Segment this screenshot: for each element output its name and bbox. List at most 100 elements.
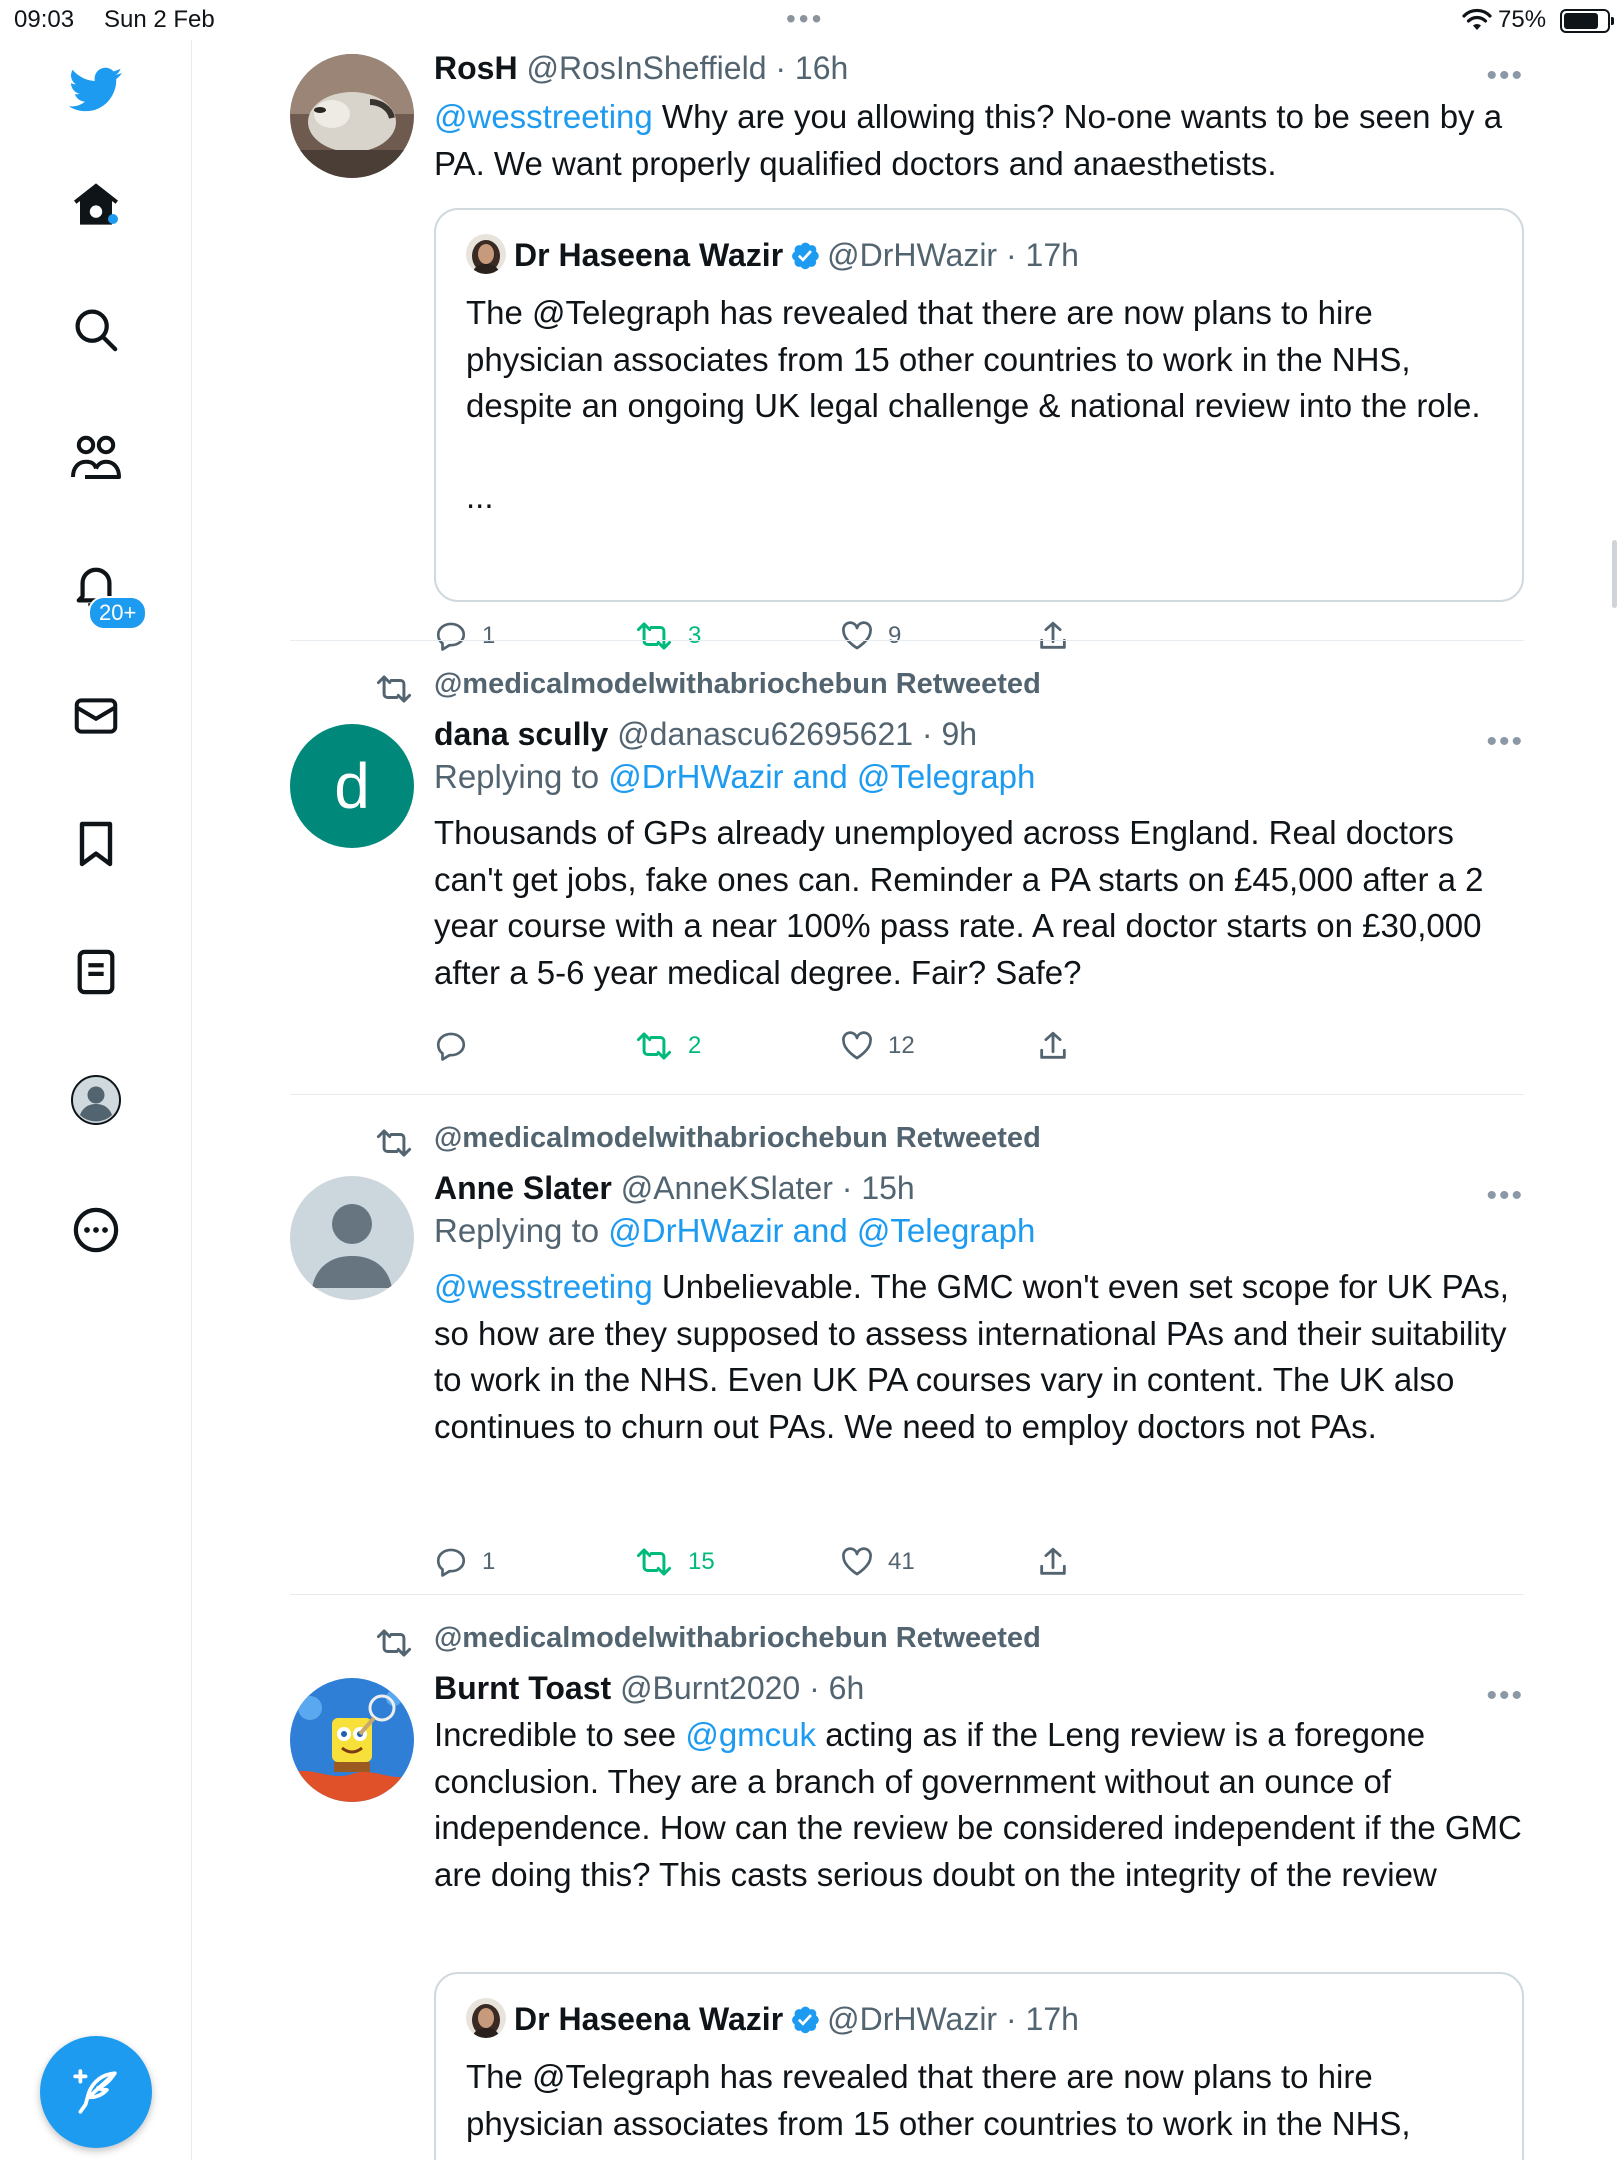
reply-count: 1 — [482, 622, 496, 649]
verified-badge-icon — [792, 242, 819, 270]
author-name[interactable]: Burnt Toast — [434, 1670, 611, 1706]
reply-icon — [436, 1032, 466, 1061]
tweet-actions: 1 3 9 — [434, 616, 1154, 656]
replying-to: Replying to @DrHWazir and @Telegraph — [434, 1208, 1524, 1254]
scrollbar[interactable] — [1612, 540, 1617, 608]
author-handle-time[interactable]: @AnneKSlater · 15h — [621, 1170, 915, 1206]
notifications-badge: 20+ — [88, 596, 148, 630]
quote-text: The @Telegraph has revealed that there a… — [466, 294, 1481, 424]
like-button[interactable]: 41 — [840, 1542, 915, 1582]
author-name[interactable]: Anne Slater — [434, 1170, 612, 1206]
multitask-indicator[interactable]: ••• — [786, 5, 824, 33]
more-options-icon[interactable] — [66, 1200, 126, 1260]
more-icon[interactable]: ••• — [1486, 61, 1524, 91]
home-icon[interactable] — [66, 174, 126, 234]
avatar[interactable]: d — [290, 724, 414, 848]
share-icon — [1040, 1547, 1066, 1575]
quoted-tweet[interactable]: Dr Haseena Wazir @DrHWazir · 17h The @Tel… — [434, 208, 1524, 602]
avatar[interactable] — [290, 1176, 414, 1300]
battery-percentage: 75% — [1498, 6, 1547, 33]
like-button[interactable]: 12 — [840, 1026, 915, 1066]
reply-button[interactable] — [434, 1026, 482, 1066]
quote-ellipsis: ... — [466, 478, 494, 515]
quote-author-handle-time[interactable]: @DrHWazir · 17h — [827, 237, 1079, 273]
lists-icon[interactable] — [66, 942, 126, 1002]
tweet-text: Thousands of GPs already unemployed acro… — [434, 814, 1484, 991]
status-date: Sun 2 Feb — [104, 6, 215, 33]
share-icon — [1040, 621, 1066, 649]
like-count: 41 — [888, 1548, 915, 1575]
share-button[interactable] — [1036, 616, 1070, 656]
author-handle-time[interactable]: @danascu62695621 · 9h — [617, 716, 977, 752]
like-button[interactable]: 9 — [840, 616, 901, 656]
tweet[interactable]: @medicalmodelwithabriochebun Retweeted B… — [290, 1622, 1524, 2160]
retweeted-by-label: @medicalmodelwithabriochebun Retweeted — [434, 1122, 1041, 1154]
quote-author-name[interactable]: Dr Haseena Wazir — [514, 237, 783, 273]
quote-author-handle-time[interactable]: @DrHWazir · 17h — [827, 2001, 1079, 2037]
heart-icon — [842, 621, 872, 650]
reply-button[interactable]: 1 — [434, 1542, 495, 1582]
retweet-icon — [376, 675, 412, 703]
quote-avatar[interactable] — [466, 1998, 506, 2038]
replying-to-link[interactable]: @DrHWazir and @Telegraph — [608, 1212, 1035, 1249]
mention-link[interactable]: @gmcuk — [685, 1716, 816, 1753]
more-icon[interactable]: ••• — [1486, 727, 1524, 757]
retweeted-by-label: @medicalmodelwithabriochebun Retweeted — [434, 668, 1041, 700]
search-icon[interactable] — [66, 300, 126, 360]
replying-to-link[interactable]: @DrHWazir and @Telegraph — [608, 758, 1035, 795]
quote-author-name[interactable]: Dr Haseena Wazir — [514, 2001, 783, 2037]
tweet-header: dana scully @danascu62695621 · 9h — [434, 714, 1524, 754]
retweet-icon — [636, 622, 672, 650]
tweet-text: @wesstreeting Unbelievable. The GMC won'… — [434, 1264, 1524, 1450]
share-button[interactable] — [1036, 1026, 1070, 1066]
like-count: 9 — [888, 622, 902, 649]
reply-button[interactable]: 1 — [434, 616, 495, 656]
more-icon[interactable]: ••• — [1486, 1681, 1524, 1711]
compose-tweet-button[interactable] — [40, 2036, 152, 2148]
author-name[interactable]: RosH — [434, 50, 518, 86]
twitter-logo-icon[interactable] — [66, 60, 126, 120]
author-handle-time[interactable]: @RosInSheffield · 16h — [526, 50, 848, 86]
retweet-button[interactable]: 2 — [634, 1026, 701, 1066]
tweet-divider — [290, 1594, 1524, 1595]
tweet-divider — [290, 640, 1524, 641]
retweet-icon — [636, 1032, 672, 1060]
battery-icon — [1560, 9, 1614, 33]
author-handle-time[interactable]: @Burnt2020 · 6h — [620, 1670, 864, 1706]
quote-header: Dr Haseena Wazir @DrHWazir · 17h — [466, 1998, 1079, 2039]
avatar[interactable] — [290, 1678, 414, 1802]
communities-icon[interactable] — [66, 428, 126, 488]
retweet-count: 3 — [688, 622, 702, 649]
retweet-button[interactable]: 3 — [634, 616, 701, 656]
tweet-header: Burnt Toast @Burnt2020 · 6h — [434, 1668, 1524, 1708]
verified-badge-icon — [792, 2006, 819, 2034]
home-unread-dot — [108, 214, 118, 224]
mention-link[interactable]: @wesstreeting — [434, 1268, 653, 1305]
status-time: 09:03 — [14, 6, 75, 33]
quote-avatar[interactable] — [466, 234, 506, 274]
like-count: 12 — [888, 1032, 915, 1059]
tweet-actions: 1 15 41 — [434, 1542, 1154, 1582]
retweet-count: 15 — [688, 1548, 715, 1575]
avatar[interactable] — [290, 54, 414, 178]
tweet[interactable]: @medicalmodelwithabriochebun Retweeted d… — [290, 668, 1524, 1068]
tweet[interactable]: RosH @RosInSheffield · 16h ••• @wesstree… — [290, 48, 1524, 651]
retweet-button[interactable]: 15 — [634, 1542, 715, 1582]
author-name[interactable]: dana scully — [434, 716, 608, 752]
bookmarks-icon[interactable] — [66, 814, 126, 874]
reply-count: 1 — [482, 1548, 496, 1575]
replying-to: Replying to @DrHWazir and @Telegraph — [434, 754, 1524, 800]
more-icon[interactable]: ••• — [1486, 1181, 1524, 1211]
mention-link[interactable]: @wesstreeting — [434, 98, 653, 135]
retweet-count: 2 — [688, 1032, 702, 1059]
share-icon — [1040, 1031, 1066, 1059]
quoted-tweet[interactable]: Dr Haseena Wazir @DrHWazir · 17h The @Tel… — [434, 1972, 1524, 2160]
tweet[interactable]: @medicalmodelwithabriochebun Retweeted A… — [290, 1122, 1524, 1582]
messages-icon[interactable] — [66, 686, 126, 746]
retweet-icon — [636, 1548, 672, 1576]
replying-to-label: Replying to — [434, 1212, 609, 1249]
profile-avatar-icon[interactable] — [66, 1070, 126, 1130]
quote-header: Dr Haseena Wazir @DrHWazir · 17h — [466, 234, 1079, 275]
share-button[interactable] — [1036, 1542, 1070, 1582]
tweet-header: RosH @RosInSheffield · 16h — [434, 48, 1524, 88]
